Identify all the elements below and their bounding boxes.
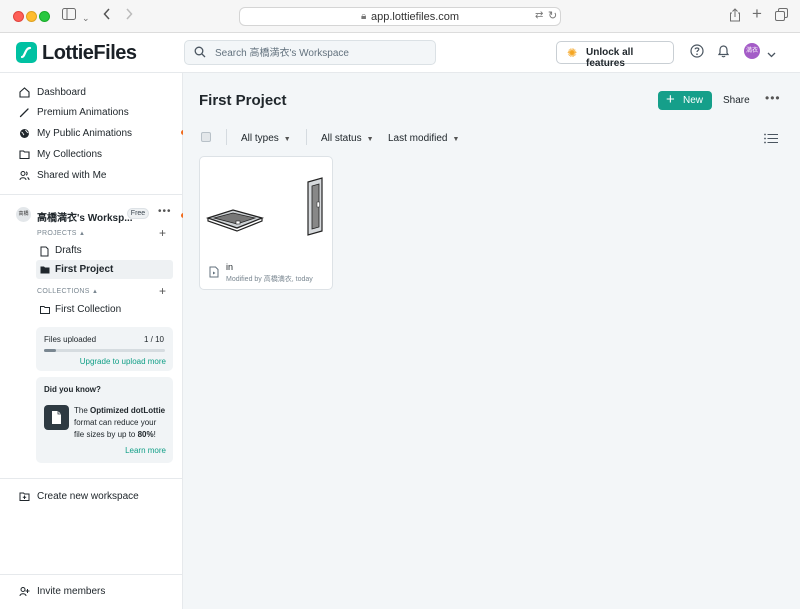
unlock-features-button[interactable]: ✺ Unlock all features bbox=[556, 41, 674, 69]
file-icon bbox=[40, 246, 49, 257]
sun-icon: ✺ bbox=[567, 46, 578, 60]
share-icon[interactable] bbox=[729, 8, 741, 26]
collection-icon bbox=[40, 306, 50, 314]
notifications-bell-icon[interactable] bbox=[717, 44, 730, 61]
new-tab-icon[interactable]: + bbox=[752, 5, 762, 22]
workspace-more-icon[interactable]: ••• bbox=[158, 206, 172, 217]
back-icon[interactable] bbox=[103, 8, 111, 24]
nav-public-animations-label: My Public Animations bbox=[37, 128, 133, 139]
reload-icon[interactable]: ↻ bbox=[548, 9, 557, 22]
minimize-window-button[interactable] bbox=[26, 11, 37, 22]
project-drafts-label: Drafts bbox=[55, 245, 82, 256]
browser-toolbar: ⌄ 🔒︎ app.lottiefiles.com ⇄ ↻ + bbox=[0, 0, 800, 33]
files-uploaded-count: 1 / 10 bbox=[143, 335, 164, 344]
collections-section-label[interactable]: COLLECTIONS ▲ bbox=[37, 288, 98, 295]
lock-icon: 🔒︎ bbox=[361, 11, 367, 22]
search-box[interactable] bbox=[184, 40, 436, 65]
upload-progress-fill bbox=[44, 349, 57, 352]
new-button[interactable]: + New bbox=[658, 91, 712, 110]
search-icon bbox=[194, 46, 206, 58]
add-project-button[interactable]: + bbox=[159, 226, 166, 240]
files-uploaded-card: Files uploaded 1 / 10 Upgrade to upload … bbox=[36, 327, 173, 371]
list-view-icon[interactable] bbox=[764, 132, 778, 147]
animation-meta: Modified by 高橋満衣, today bbox=[226, 276, 313, 283]
sort-dropdown[interactable]: Last modified ▼ bbox=[388, 133, 459, 144]
pen-icon bbox=[19, 108, 29, 118]
user-plus-icon bbox=[19, 587, 30, 597]
close-window-button[interactable] bbox=[13, 11, 24, 22]
users-icon bbox=[19, 171, 30, 181]
folder-plus-icon bbox=[19, 492, 30, 501]
project-first-project-label: First Project bbox=[55, 264, 114, 275]
toolbar-divider bbox=[306, 129, 307, 145]
lottie-file-icon bbox=[209, 266, 219, 278]
page-title: First Project bbox=[199, 92, 287, 109]
new-button-label: New bbox=[683, 95, 704, 106]
caret-down-icon: ▼ bbox=[452, 136, 460, 143]
help-icon[interactable] bbox=[690, 44, 704, 61]
nav-premium-animations-label: Premium Animations bbox=[37, 107, 129, 118]
sidebar-divider bbox=[0, 194, 183, 195]
select-all-checkbox[interactable] bbox=[201, 132, 211, 142]
toolbar-divider bbox=[226, 129, 227, 145]
nav-dashboard-label: Dashboard bbox=[37, 87, 86, 98]
create-workspace-label: Create new workspace bbox=[37, 491, 139, 502]
caret-up-icon: ▲ bbox=[79, 231, 86, 237]
sidebar-toggle-icon[interactable] bbox=[62, 8, 76, 24]
projects-section-label[interactable]: PROJECTS ▲ bbox=[37, 230, 85, 237]
upload-progress-bar bbox=[44, 349, 165, 352]
caret-down-icon: ▼ bbox=[283, 136, 291, 143]
translate-icon[interactable]: ⇄ bbox=[535, 10, 543, 21]
learn-more-link[interactable]: Learn more bbox=[125, 446, 166, 455]
caret-up-icon: ▲ bbox=[91, 289, 99, 295]
nav-shared-with-me-label: Shared with Me bbox=[37, 170, 107, 181]
files-uploaded-label: Files uploaded bbox=[44, 335, 97, 344]
chevron-down-icon[interactable] bbox=[767, 46, 776, 61]
folder-icon bbox=[19, 150, 30, 160]
folder-filled-icon bbox=[40, 266, 50, 274]
home-icon bbox=[19, 87, 30, 98]
caret-down-icon: ▼ bbox=[366, 136, 374, 143]
app-header: LottieFiles ✺ Unlock all features 満衣 bbox=[0, 33, 800, 73]
animation-thumbnail bbox=[205, 177, 323, 236]
main-content: First Project + New Share ••• All types ▼… bbox=[183, 73, 800, 609]
type-filter-dropdown[interactable]: All types ▼ bbox=[241, 133, 291, 144]
sidebar-divider bbox=[0, 478, 183, 479]
dotlottie-file-icon bbox=[44, 405, 69, 430]
sidebar-divider bbox=[0, 574, 183, 575]
more-options-icon[interactable]: ••• bbox=[765, 91, 781, 105]
sidebar: Dashboard Premium Animations My Public A… bbox=[0, 73, 183, 609]
address-bar[interactable]: 🔒︎ app.lottiefiles.com ⇄ ↻ bbox=[239, 7, 561, 26]
search-input[interactable] bbox=[215, 45, 430, 61]
upgrade-link[interactable]: Upgrade to upload more bbox=[80, 357, 166, 366]
plus-icon: + bbox=[666, 91, 675, 108]
workspace-name[interactable]: 高橋満衣's Worksp... bbox=[37, 209, 133, 224]
did-you-know-title: Did you know? bbox=[44, 385, 101, 394]
add-collection-button[interactable]: + bbox=[159, 284, 166, 298]
lottiefiles-logo-icon[interactable] bbox=[16, 42, 37, 63]
animation-card[interactable]: in Modified by 高橋満衣, today bbox=[199, 156, 333, 290]
did-you-know-card: Did you know? The Optimized dotLottie fo… bbox=[36, 377, 173, 463]
chevron-down-icon[interactable]: ⌄ bbox=[82, 10, 90, 26]
forward-icon[interactable] bbox=[125, 8, 133, 24]
collection-first-collection-label: First Collection bbox=[55, 304, 122, 315]
user-avatar[interactable]: 満衣 bbox=[744, 43, 760, 59]
globe-icon bbox=[20, 129, 29, 138]
animation-name[interactable]: in bbox=[226, 262, 233, 272]
nav-my-collections-label: My Collections bbox=[37, 149, 103, 160]
brand-name[interactable]: LottieFiles bbox=[42, 42, 137, 65]
workspace-avatar[interactable]: 高橋 bbox=[16, 207, 31, 222]
did-you-know-text: The Optimized dotLottie format can reduc… bbox=[74, 406, 166, 439]
unlock-features-label: Unlock all features bbox=[586, 47, 634, 69]
share-button[interactable]: Share bbox=[723, 95, 750, 106]
tabs-overview-icon[interactable] bbox=[775, 8, 788, 25]
invite-members-label: Invite members bbox=[37, 586, 106, 597]
url-text: app.lottiefiles.com bbox=[371, 11, 460, 23]
plan-badge: Free bbox=[127, 208, 149, 219]
zoom-window-button[interactable] bbox=[39, 11, 50, 22]
status-filter-dropdown[interactable]: All status ▼ bbox=[321, 133, 374, 144]
